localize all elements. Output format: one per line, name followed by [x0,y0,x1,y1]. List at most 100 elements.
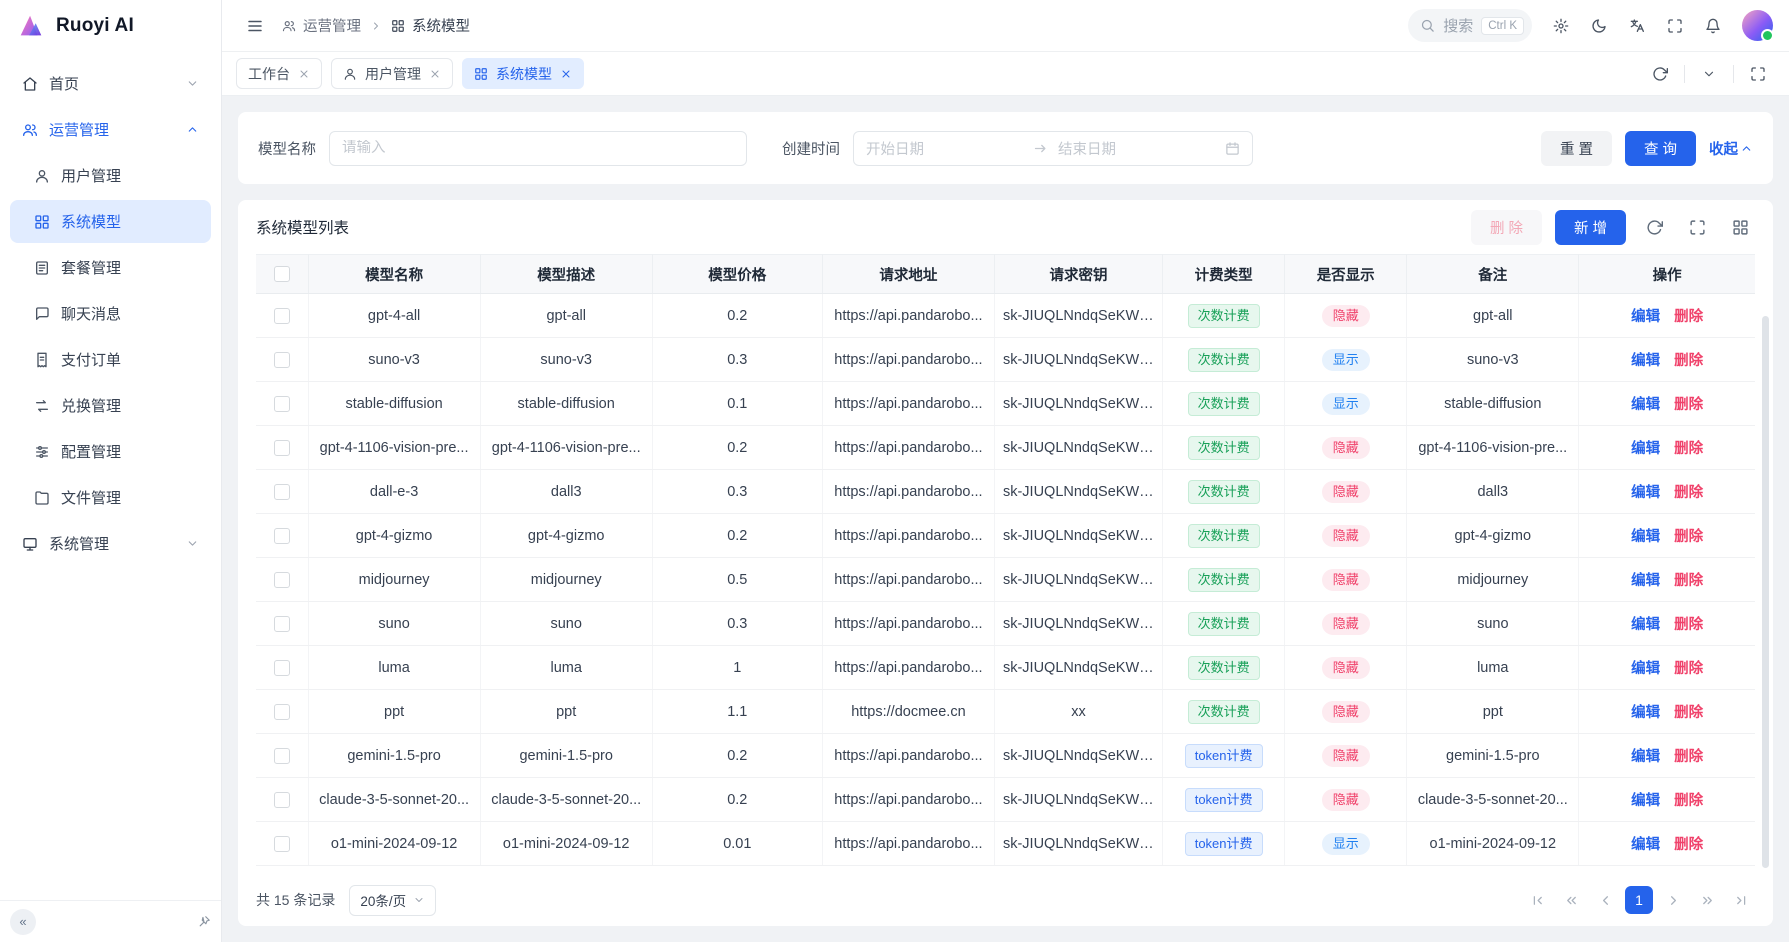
edit-link[interactable]: 编辑 [1631,485,1660,501]
row-checkbox[interactable] [274,748,290,764]
row-delete-link[interactable]: 删除 [1674,485,1703,501]
row-delete-link[interactable]: 删除 [1674,617,1703,633]
edit-link[interactable]: 编辑 [1631,793,1660,809]
column-settings-button[interactable] [1725,212,1755,242]
row-delete-link[interactable]: 删除 [1674,749,1703,765]
global-search[interactable]: 搜索 Ctrl K [1408,9,1532,42]
dark-mode-button[interactable] [1582,9,1616,43]
edit-link[interactable]: 编辑 [1631,529,1660,545]
model-name-input[interactable] [342,140,734,156]
row-checkbox[interactable] [274,528,290,544]
cell-model-price: 0.01 [652,822,822,866]
page-size-value: 20条/页 [360,890,406,910]
menu-item-icon [34,352,50,368]
refresh-table-button[interactable] [1639,212,1669,242]
prev-page-button[interactable] [1591,886,1619,914]
tab-actions-dropdown[interactable] [1692,57,1726,91]
row-delete-link[interactable]: 删除 [1674,397,1703,413]
models-table: 模型名称 模型描述 模型价格 请求地址 请求密钥 计费类型 是否显示 备注 操作 [256,254,1755,866]
row-delete-link[interactable]: 删除 [1674,353,1703,369]
edit-link[interactable]: 编辑 [1631,617,1660,633]
reset-button[interactable]: 重 置 [1541,131,1612,166]
billing-badge: 次数计费 [1188,700,1260,724]
sidebar-item-home[interactable]: 首页 [10,62,211,105]
row-delete-link[interactable]: 删除 [1674,573,1703,589]
edit-link[interactable]: 编辑 [1631,837,1660,853]
hamburger-menu-button[interactable] [238,9,272,43]
query-button[interactable]: 查 询 [1625,131,1696,166]
row-delete-link[interactable]: 删除 [1674,837,1703,853]
sidebar-group-system[interactable]: 系统管理 [10,522,211,565]
row-checkbox[interactable] [274,572,290,588]
row-checkbox[interactable] [274,704,290,720]
breadcrumb-system-model[interactable]: 系统模型 [391,15,470,36]
row-checkbox[interactable] [274,616,290,632]
avatar[interactable] [1742,10,1773,41]
row-checkbox[interactable] [274,660,290,676]
table-scrollbar-thumb[interactable] [1762,316,1769,868]
sidebar-item[interactable]: 文件管理 [10,476,211,519]
cell-actions: 编辑删除 [1579,514,1755,558]
tab-system-model[interactable]: 系统模型 [462,58,584,89]
first-page-button[interactable] [1523,886,1551,914]
sidebar-collapse-button[interactable]: « [10,909,36,935]
sidebar-item[interactable]: 用户管理 [10,154,211,197]
sidebar-item[interactable]: 支付订单 [10,338,211,381]
select-all-checkbox[interactable] [274,266,290,282]
row-delete-link[interactable]: 删除 [1674,793,1703,809]
edit-link[interactable]: 编辑 [1631,441,1660,457]
edit-link[interactable]: 编辑 [1631,749,1660,765]
row-delete-link[interactable]: 删除 [1674,441,1703,457]
row-delete-link[interactable]: 删除 [1674,661,1703,677]
edit-link[interactable]: 编辑 [1631,573,1660,589]
model-name-field [329,131,747,166]
row-checkbox[interactable] [274,352,290,368]
sidebar-item[interactable]: 聊天消息 [10,292,211,335]
collapse-filter-link[interactable]: 收起 [1709,138,1753,159]
content-fullscreen-button[interactable] [1741,57,1775,91]
row-delete-link[interactable]: 删除 [1674,529,1703,545]
add-button[interactable]: 新 增 [1555,210,1626,245]
row-checkbox[interactable] [274,792,290,808]
row-checkbox[interactable] [274,396,290,412]
tab-workbench[interactable]: 工作台 [236,58,322,89]
settings-button[interactable] [1544,9,1578,43]
sidebar-item[interactable]: 兑换管理 [10,384,211,427]
collapse-label: 收起 [1709,138,1738,159]
close-icon[interactable] [429,68,441,80]
next-page-button[interactable] [1659,886,1687,914]
sidebar-item[interactable]: 配置管理 [10,430,211,473]
last-page-button[interactable] [1727,886,1755,914]
row-checkbox[interactable] [274,440,290,456]
sidebar-item[interactable]: 系统模型 [10,200,211,243]
page-number-current[interactable]: 1 [1625,886,1653,914]
breadcrumb-operations[interactable]: 运营管理 [282,15,361,36]
row-checkbox[interactable] [274,308,290,324]
page-size-select[interactable]: 20条/页 [349,885,436,916]
sidebar-item[interactable]: 套餐管理 [10,246,211,289]
pin-icon[interactable] [197,915,211,929]
refresh-tab-button[interactable] [1643,57,1677,91]
table-fullscreen-button[interactable] [1682,212,1712,242]
fullscreen-button[interactable] [1658,9,1692,43]
close-icon[interactable] [298,68,310,80]
language-button[interactable] [1620,9,1654,43]
edit-link[interactable]: 编辑 [1631,309,1660,325]
prev-group-button[interactable] [1557,886,1585,914]
delete-button[interactable]: 删 除 [1471,210,1542,245]
close-icon[interactable] [560,68,572,80]
edit-link[interactable]: 编辑 [1631,353,1660,369]
row-delete-link[interactable]: 删除 [1674,705,1703,721]
tab-user-management[interactable]: 用户管理 [331,58,453,89]
edit-link[interactable]: 编辑 [1631,397,1660,413]
edit-link[interactable]: 编辑 [1631,705,1660,721]
notifications-button[interactable] [1696,9,1730,43]
row-checkbox[interactable] [274,484,290,500]
date-range-picker[interactable]: 开始日期 结束日期 [853,131,1253,166]
row-checkbox[interactable] [274,836,290,852]
row-delete-link[interactable]: 删除 [1674,309,1703,325]
edit-link[interactable]: 编辑 [1631,661,1660,677]
row-checkbox-cell [256,294,308,338]
sidebar-group-operations[interactable]: 运营管理 [10,108,211,151]
next-group-button[interactable] [1693,886,1721,914]
